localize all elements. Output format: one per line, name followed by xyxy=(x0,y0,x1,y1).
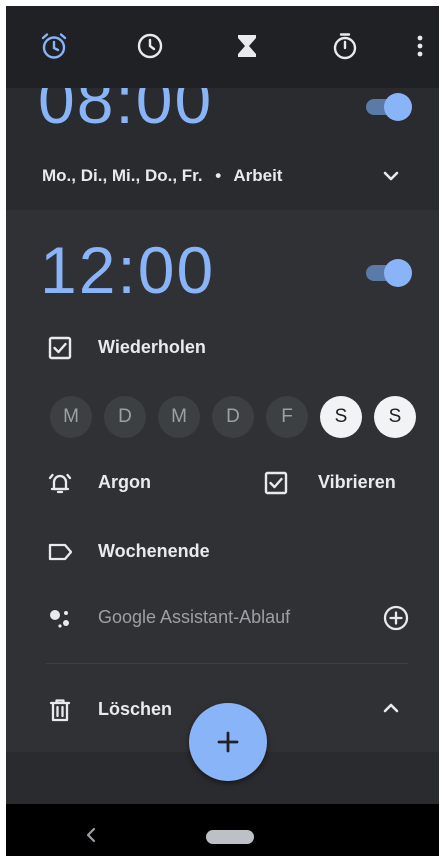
tab-timer[interactable] xyxy=(229,28,265,64)
alarm-item-collapsed[interactable]: 08:00 Mo., Di., Mi., Do., Fr. • Arbeit xyxy=(6,88,439,210)
day-friday[interactable]: F xyxy=(266,396,308,438)
day-saturday[interactable]: S xyxy=(320,396,362,438)
day-sunday[interactable]: S xyxy=(374,396,416,438)
checkbox-checked-icon[interactable] xyxy=(46,334,74,362)
phone-screen: 08:00 Mo., Di., Mi., Do., Fr. • Arbeit 1… xyxy=(6,6,439,856)
summary-separator: • xyxy=(215,166,222,185)
vibrate-row[interactable]: Vibrieren xyxy=(262,469,422,499)
more-vert-icon xyxy=(417,35,423,57)
home-pill[interactable] xyxy=(206,830,254,844)
day-monday[interactable]: M xyxy=(50,396,92,438)
assistant-routine-row[interactable]: Google Assistant-Ablauf xyxy=(6,598,439,638)
alarm-label: Arbeit xyxy=(233,166,283,185)
toggle-knob xyxy=(384,259,412,287)
overflow-menu-button[interactable] xyxy=(402,28,438,64)
repeat-row[interactable]: Wiederholen xyxy=(6,328,439,368)
system-nav-bar xyxy=(6,804,439,856)
toggle-knob xyxy=(384,93,412,121)
alarm-days-summary: Mo., Di., Mi., Do., Fr. xyxy=(42,166,203,185)
alarm-summary: Mo., Di., Mi., Do., Fr. • Arbeit xyxy=(42,166,282,186)
ringtone-label: Argon xyxy=(98,472,151,492)
plus-icon xyxy=(217,731,239,753)
chevron-up-icon[interactable] xyxy=(380,699,402,717)
vibrate-label: Vibrieren xyxy=(318,472,396,492)
tab-clock[interactable] xyxy=(132,28,168,64)
alarm-time[interactable]: 12:00 xyxy=(40,232,215,308)
day-thursday[interactable]: D xyxy=(212,396,254,438)
alarm-clock-icon xyxy=(41,33,67,59)
tab-alarm[interactable] xyxy=(36,28,72,64)
alarm-time[interactable]: 08:00 xyxy=(38,88,213,138)
delete-label: Löschen xyxy=(98,699,173,719)
alarm-toggle[interactable] xyxy=(362,92,412,122)
alarm-bell-icon xyxy=(48,473,72,494)
chevron-down-icon[interactable] xyxy=(380,168,402,184)
checkbox-checked-icon[interactable] xyxy=(262,469,290,497)
alarm-item-expanded: 12:00 Wiederholen M D M D F S S Argon Vi… xyxy=(6,210,439,752)
assistant-routine-label: Google Assistant-Ablauf xyxy=(98,607,291,627)
add-alarm-button[interactable] xyxy=(189,703,267,781)
trash-icon xyxy=(49,699,71,722)
day-wednesday[interactable]: M xyxy=(158,396,200,438)
alarm-name: Wochenende xyxy=(98,541,210,561)
day-tuesday[interactable]: D xyxy=(104,396,146,438)
alarm-name-row[interactable]: Wochenende xyxy=(6,532,439,572)
google-assistant-icon xyxy=(50,610,69,628)
label-tag-icon xyxy=(48,543,73,561)
back-chevron-icon[interactable] xyxy=(84,826,98,844)
clock-icon xyxy=(137,33,163,59)
add-circle-icon[interactable] xyxy=(382,604,410,632)
divider xyxy=(46,663,408,664)
tab-stopwatch[interactable] xyxy=(327,28,363,64)
stopwatch-icon xyxy=(333,33,357,60)
hourglass-icon xyxy=(238,35,256,57)
alarm-toggle[interactable] xyxy=(362,258,412,288)
repeat-label: Wiederholen xyxy=(98,337,206,357)
tab-bar xyxy=(6,6,439,88)
